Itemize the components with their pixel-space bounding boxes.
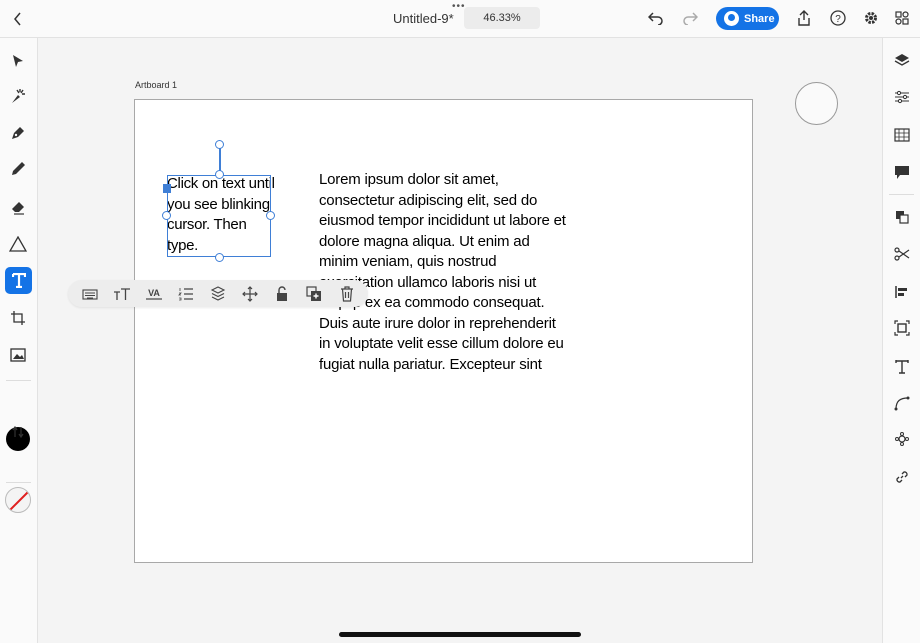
help-icon[interactable]: ?	[829, 9, 847, 27]
document-title[interactable]: Untitled-9*	[393, 11, 454, 26]
repeat-icon[interactable]	[893, 430, 911, 448]
divider	[6, 380, 31, 381]
type-panel-icon[interactable]	[893, 357, 911, 375]
handle-left[interactable]	[162, 211, 171, 220]
tracking-icon[interactable]: VA	[144, 284, 164, 303]
eraser-tool-icon[interactable]	[9, 198, 27, 216]
unlock-icon[interactable]	[272, 284, 292, 303]
swap-colors-icon[interactable]	[10, 424, 26, 440]
duplicate-icon[interactable]	[304, 284, 324, 303]
plugins-icon[interactable]	[893, 9, 911, 27]
text-flow-handle[interactable]	[163, 184, 171, 193]
crop-tool-icon[interactable]	[9, 309, 27, 327]
handle-top[interactable]	[215, 170, 224, 179]
pen-tool-icon[interactable]	[9, 124, 27, 142]
quick-action-button[interactable]	[795, 82, 838, 125]
selection-outline	[167, 175, 271, 257]
svg-text:VA: VA	[148, 288, 160, 298]
handle-bottom[interactable]	[215, 253, 224, 262]
type-tool-icon[interactable]	[5, 267, 32, 294]
direct-selection-tool-icon[interactable]	[9, 87, 27, 105]
chevron-left-icon[interactable]	[8, 9, 28, 29]
svg-text:?: ?	[835, 14, 841, 25]
divider	[889, 194, 914, 195]
cut-icon[interactable]	[893, 245, 911, 263]
comments-icon[interactable]	[893, 163, 911, 181]
layers-stack-icon[interactable]	[208, 284, 228, 303]
panels-bar	[882, 38, 920, 643]
share-label: Share	[744, 12, 775, 25]
tools-panel	[0, 38, 38, 643]
divider	[6, 482, 31, 483]
handle-right[interactable]	[266, 211, 275, 220]
arrange-icon[interactable]	[893, 208, 911, 226]
settings-icon[interactable]	[862, 9, 880, 27]
image-tool-icon[interactable]	[9, 346, 27, 364]
add-user-icon	[724, 11, 739, 26]
keyboard-icon[interactable]	[80, 284, 100, 303]
shape-tool-icon[interactable]	[9, 235, 27, 253]
list-icon[interactable]	[176, 284, 196, 303]
export-icon[interactable]	[795, 9, 813, 27]
transform-icon[interactable]	[893, 319, 911, 337]
move-icon[interactable]	[240, 284, 260, 303]
delete-icon[interactable]	[337, 284, 357, 303]
align-icon[interactable]	[893, 283, 911, 301]
stroke-color-icon[interactable]	[5, 487, 31, 513]
path-icon[interactable]	[893, 394, 911, 412]
rotation-handle[interactable]	[215, 140, 224, 149]
artboard-label[interactable]: Artboard 1	[135, 80, 177, 90]
properties-icon[interactable]	[893, 88, 911, 106]
share-button[interactable]: Share	[716, 7, 779, 30]
swatches-icon[interactable]	[893, 126, 911, 144]
pencil-tool-icon[interactable]	[9, 160, 27, 178]
link-icon[interactable]	[893, 468, 911, 486]
layers-icon[interactable]	[893, 51, 911, 69]
home-indicator	[339, 632, 581, 637]
redo-icon[interactable]	[681, 9, 699, 27]
selection-tool-icon[interactable]	[9, 52, 27, 70]
body-text-block[interactable]: Lorem ipsum dolor sit amet, consectetur …	[319, 170, 569, 375]
text-context-toolbar: VA	[68, 280, 368, 307]
font-size-icon[interactable]	[112, 284, 132, 303]
undo-icon[interactable]	[647, 9, 665, 27]
zoom-level[interactable]: 46.33%	[464, 7, 540, 29]
top-bar: Untitled-9* ••• 46.33% Share ?	[0, 0, 920, 38]
